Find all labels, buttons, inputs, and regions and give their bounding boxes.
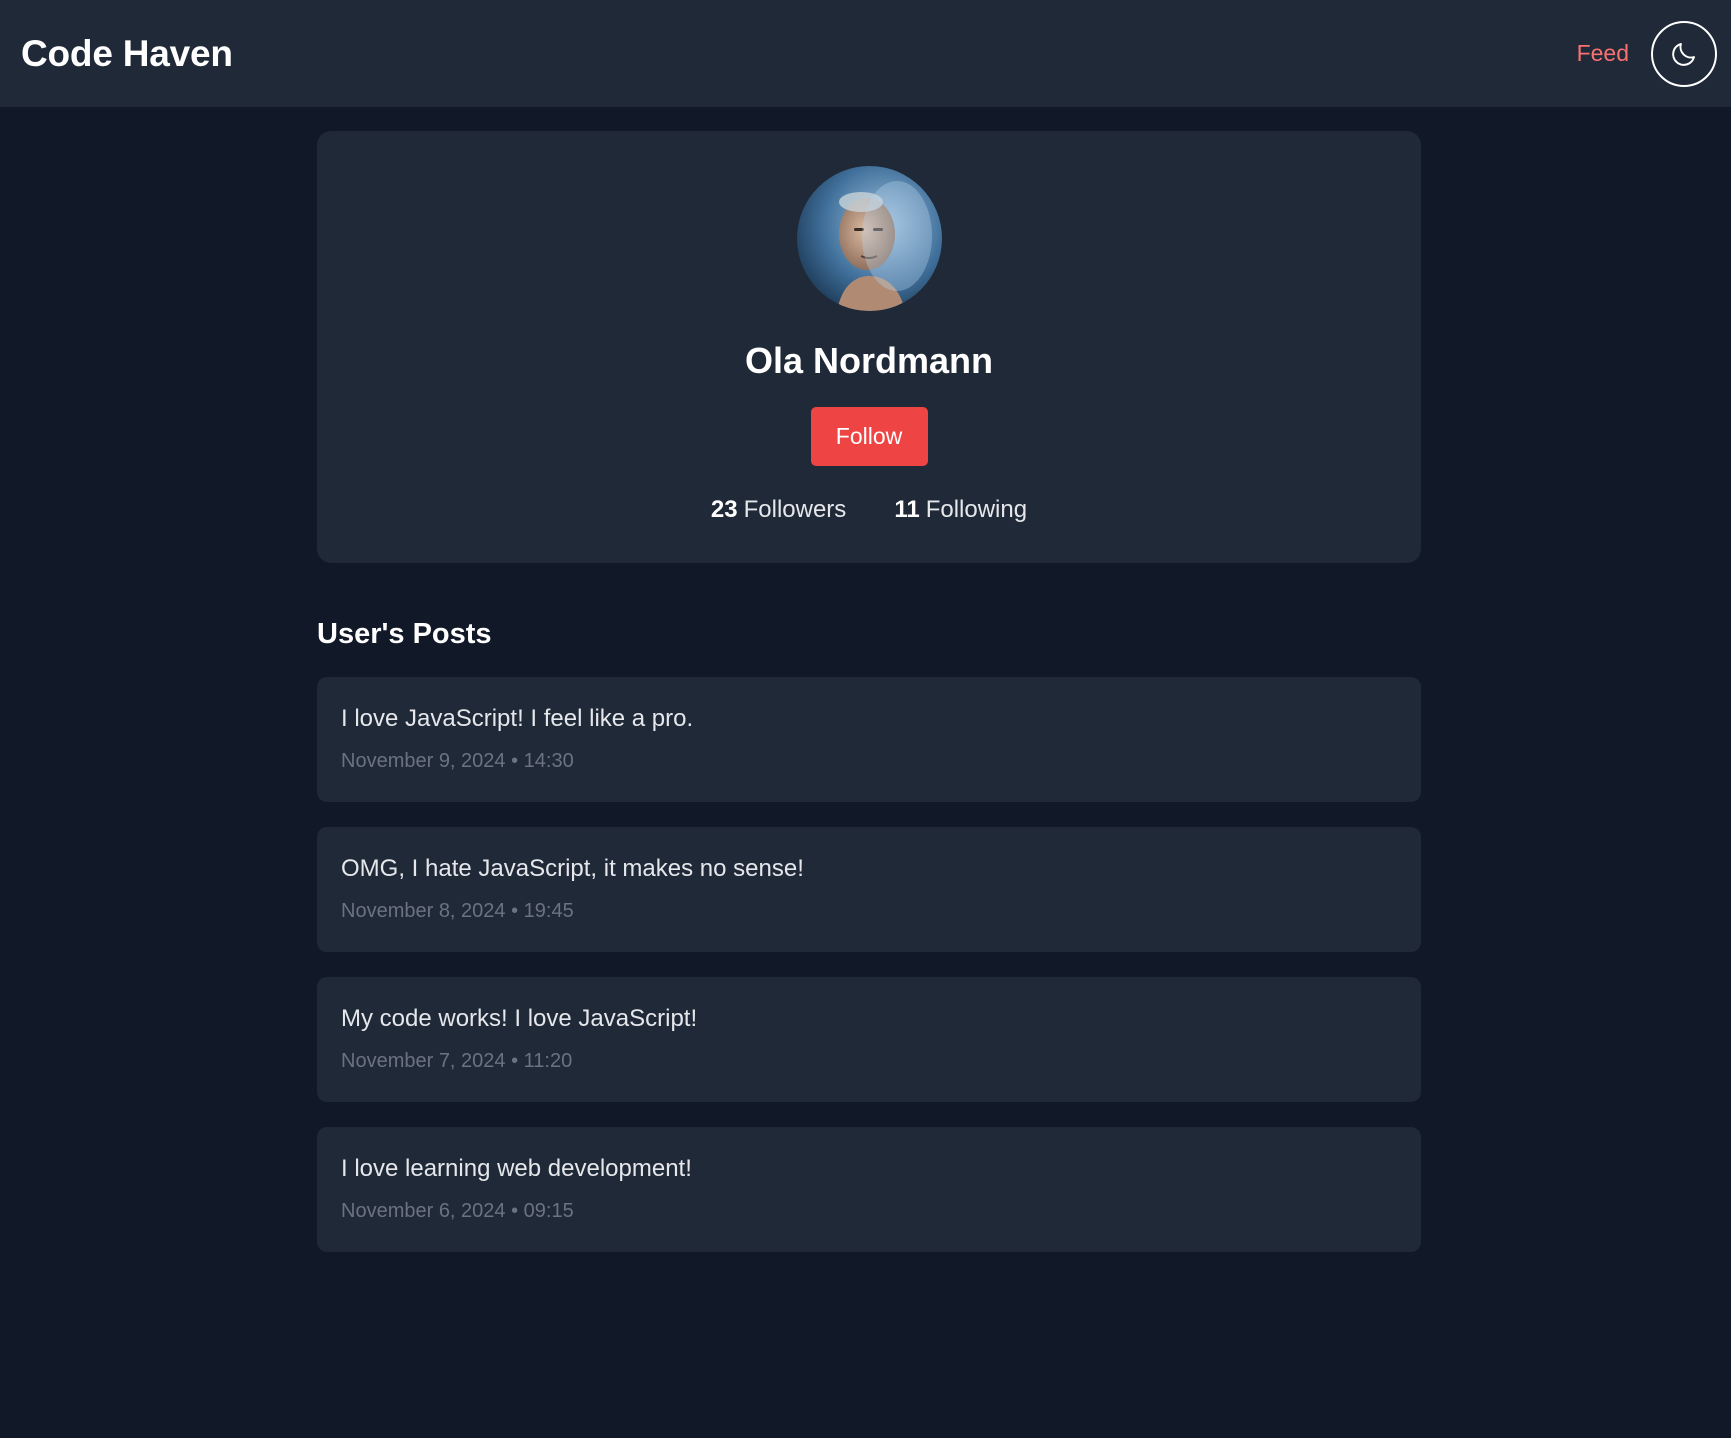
following-label: Following	[925, 496, 1028, 523]
post-date: November 9, 2024	[341, 750, 506, 772]
post-text: I love JavaScript! I feel like a pro.	[341, 705, 694, 732]
post-timestamp: November 9, 2024 • 14:30	[341, 750, 574, 772]
post-item: I love JavaScript! I feel like a pro. No…	[317, 677, 1421, 802]
post-text: I love learning web development!	[341, 1155, 692, 1182]
nav-link-feed[interactable]: Feed	[1577, 40, 1629, 67]
followers-count: 23	[710, 496, 738, 523]
moon-icon	[1672, 42, 1695, 66]
followers-stat[interactable]: 23 Followers	[711, 496, 846, 524]
post-item: My code works! I love JavaScript! Novemb…	[317, 977, 1421, 1102]
nav-right: Feed	[1577, 20, 1717, 87]
post-date: November 6, 2024	[341, 1200, 506, 1222]
post-timestamp: November 7, 2024 • 11:20	[341, 1050, 573, 1072]
posts-list: I love JavaScript! I feel like a pro. No…	[317, 677, 1421, 1252]
profile-stats: 23 Followers 11 Following	[711, 496, 1027, 524]
post-time: 11:20	[523, 1050, 573, 1072]
post-item: I love learning web development! Novembe…	[317, 1127, 1421, 1252]
main-content: Ola Nordmann Follow 23 Followers 11 Follow…	[317, 131, 1421, 1252]
post-time: 14:30	[523, 750, 574, 772]
post-timestamp: November 8, 2024 • 19:45	[341, 900, 574, 922]
brand-title[interactable]: Code Haven	[21, 33, 233, 75]
post-date: November 7, 2024	[341, 1050, 506, 1072]
post-text: OMG, I hate JavaScript, it makes no sens…	[341, 855, 804, 882]
top-navbar: Code Haven Feed	[0, 0, 1731, 107]
post-text: My code works! I love JavaScript!	[341, 1005, 698, 1032]
following-stat[interactable]: 11 Following	[894, 496, 1027, 524]
post-time: 09:15	[523, 1200, 574, 1222]
follow-button[interactable]: Follow	[810, 407, 928, 466]
profile-name: Ola Nordmann	[744, 340, 994, 381]
theme-toggle-button[interactable]	[1651, 20, 1717, 87]
followers-label: Followers	[743, 496, 847, 523]
avatar-image	[796, 166, 942, 311]
following-count: 11	[894, 496, 920, 523]
profile-card: Ola Nordmann Follow 23 Followers 11 Follow…	[317, 131, 1421, 563]
avatar	[796, 166, 942, 311]
post-date: November 8, 2024	[341, 900, 506, 922]
posts-heading: User's Posts	[317, 618, 492, 650]
post-item: OMG, I hate JavaScript, it makes no sens…	[317, 827, 1421, 952]
post-timestamp: November 6, 2024 • 09:15	[341, 1200, 574, 1222]
post-time: 19:45	[523, 900, 574, 922]
